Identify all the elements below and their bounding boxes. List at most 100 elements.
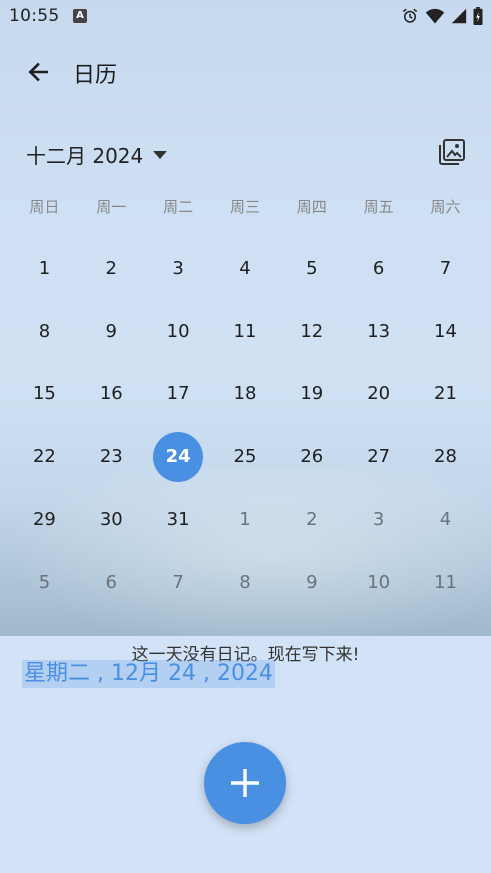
calendar-day[interactable]: 25 — [212, 425, 279, 488]
calendar-day[interactable]: 4 — [412, 488, 479, 551]
day-number: 31 — [166, 509, 190, 531]
calendar-day[interactable]: 14 — [412, 300, 479, 363]
calendar-day[interactable]: 1 — [212, 488, 279, 551]
day-number: 24 — [165, 446, 191, 468]
selected-date-label: 星期二 , 12月 24 , 2024 — [22, 660, 275, 688]
calendar-day[interactable]: 27 — [345, 425, 412, 488]
calendar-week-row: 15 16 17 18 19 20 21 — [11, 363, 479, 426]
diary-sheet: 这一天没有日记。现在写下来! 星期二 , 12月 24 , 2024 — [0, 636, 491, 873]
day-number: 18 — [233, 383, 257, 405]
day-number: 13 — [367, 320, 391, 342]
wifi-icon — [425, 8, 445, 24]
calendar-background: 10:55 A 日历 十二月 2024 周日 周一 周二 周三 周四 周五 周六… — [0, 0, 491, 636]
calendar-day-selected[interactable]: 24 — [145, 425, 212, 488]
calendar-day[interactable]: 8 — [212, 551, 279, 614]
calendar-week-row: 5 6 7 8 9 10 11 — [11, 551, 479, 614]
calendar-day[interactable]: 5 — [278, 237, 345, 300]
month-dropdown[interactable]: 十二月 2024 — [26, 140, 168, 169]
weekday-label: 周日 — [29, 198, 60, 216]
day-number: 25 — [233, 446, 257, 468]
day-number: 30 — [99, 509, 123, 531]
calendar-day[interactable]: 26 — [278, 425, 345, 488]
day-number: 5 — [38, 571, 51, 593]
day-number: 2 — [306, 509, 318, 531]
alarm-icon — [402, 8, 418, 23]
status-bar: 10:55 A — [0, 0, 491, 34]
day-number: 22 — [32, 446, 56, 468]
calendar-day[interactable]: 11 — [412, 551, 479, 614]
day-number: 7 — [172, 571, 184, 593]
calendar-day[interactable]: 1 — [11, 237, 78, 300]
calendar-day[interactable]: 2 — [78, 237, 145, 300]
calendar-week-row: 8 9 10 11 12 13 14 — [11, 300, 479, 363]
calendar-day[interactable]: 13 — [345, 300, 412, 363]
day-number: 28 — [434, 446, 457, 468]
calendar-day[interactable]: 11 — [212, 300, 279, 363]
weekday-label: 周六 — [430, 198, 461, 216]
calendar-week-row: 1 2 3 4 5 6 7 — [11, 237, 479, 300]
day-number: 12 — [300, 320, 324, 342]
day-number: 11 — [233, 320, 257, 342]
calendar-day[interactable]: 20 — [345, 363, 412, 426]
calendar-day[interactable]: 4 — [212, 237, 279, 300]
month-row: 十二月 2024 — [0, 136, 491, 172]
gallery-button[interactable] — [438, 138, 466, 166]
calendar-day[interactable]: 30 — [78, 488, 145, 551]
calendar-day[interactable]: 18 — [212, 363, 279, 426]
calendar-day[interactable]: 7 — [412, 237, 479, 300]
calendar-day[interactable]: 29 — [11, 488, 78, 551]
calendar-day[interactable]: 8 — [11, 300, 78, 363]
status-time: 10:55 — [9, 6, 60, 26]
day-number: 14 — [434, 320, 457, 342]
calendar-day[interactable]: 10 — [345, 551, 412, 614]
weekday-label: 周二 — [163, 198, 194, 216]
day-number: 3 — [172, 257, 184, 279]
calendar-day[interactable]: 3 — [345, 488, 412, 551]
day-number: 4 — [239, 257, 251, 279]
day-number: 16 — [99, 383, 123, 405]
calendar-day[interactable]: 9 — [78, 300, 145, 363]
day-number: 4 — [439, 509, 452, 531]
calendar-day[interactable]: 6 — [345, 237, 412, 300]
day-number: 19 — [300, 383, 324, 405]
day-number: 8 — [38, 320, 51, 342]
day-number: 11 — [434, 571, 457, 593]
weekday-header: 周日 周一 周二 周三 周四 周五 周六 — [11, 196, 479, 217]
calendar-day[interactable]: 6 — [78, 551, 145, 614]
arrow-left-icon — [28, 62, 48, 82]
calendar-day[interactable]: 22 — [11, 425, 78, 488]
day-number: 15 — [32, 383, 56, 405]
weekday-label: 周五 — [363, 198, 394, 216]
day-number: 7 — [439, 257, 452, 279]
calendar-day[interactable]: 28 — [412, 425, 479, 488]
day-number: 9 — [306, 571, 318, 593]
calendar-day[interactable]: 9 — [278, 551, 345, 614]
calendar-day[interactable]: 15 — [11, 363, 78, 426]
calendar-day[interactable]: 19 — [278, 363, 345, 426]
calendar-day[interactable]: 12 — [278, 300, 345, 363]
day-number: 1 — [239, 509, 251, 531]
add-entry-button[interactable] — [204, 742, 286, 824]
day-number: 20 — [367, 383, 391, 405]
back-button[interactable] — [20, 56, 56, 88]
day-number: 29 — [32, 509, 56, 531]
calendar-day[interactable]: 3 — [145, 237, 212, 300]
calendar-day[interactable]: 21 — [412, 363, 479, 426]
calendar-week-row: 29 30 31 1 2 3 4 — [11, 488, 479, 551]
calendar-day[interactable]: 2 — [278, 488, 345, 551]
weekday-label: 周三 — [229, 198, 260, 216]
calendar-day[interactable]: 31 — [145, 488, 212, 551]
calendar-day[interactable]: 17 — [145, 363, 212, 426]
month-label: 十二月 2024 — [26, 144, 144, 168]
calendar-day[interactable]: 5 — [11, 551, 78, 614]
day-number: 27 — [367, 446, 391, 468]
signal-icon — [451, 8, 467, 24]
calendar-day[interactable]: 23 — [78, 425, 145, 488]
calendar-day[interactable]: 10 — [145, 300, 212, 363]
battery-icon — [473, 7, 483, 25]
day-number: 1 — [38, 257, 51, 279]
calendar-day[interactable]: 16 — [78, 363, 145, 426]
weekday-label: 周一 — [96, 198, 127, 216]
day-number: 10 — [367, 571, 391, 593]
calendar-day[interactable]: 7 — [145, 551, 212, 614]
